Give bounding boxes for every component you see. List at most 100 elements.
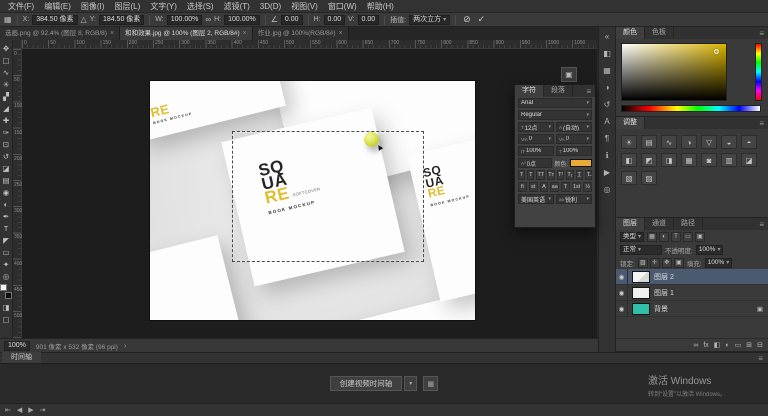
tool-lasso-tool[interactable]: ∿ — [0, 66, 12, 78]
panel-menu-icon[interactable]: ≡ — [759, 119, 768, 128]
tool-eyedropper-tool[interactable]: ◢ — [0, 102, 12, 114]
vertical-ruler[interactable]: 0 50 100 150 200 250 300 350 400 450 500 — [13, 49, 22, 338]
adjustment-color-balance-icon[interactable]: ◓ — [741, 135, 757, 149]
tab-close-icon[interactable]: × — [110, 27, 114, 40]
adjustment-channel-mixer-icon[interactable]: ◨ — [661, 153, 677, 167]
v-skew-field[interactable]: 0.00 — [357, 14, 380, 25]
navigator-panel-icon[interactable]: ◎ — [600, 183, 614, 196]
tab-channels[interactable]: 通道 — [645, 218, 674, 230]
tool-shape-tool[interactable]: ▭ — [0, 246, 12, 258]
menu-item-0[interactable]: 文件(F) — [3, 0, 39, 13]
tab-close-icon[interactable]: × — [339, 27, 343, 40]
new-group-icon[interactable]: ▭ — [735, 341, 742, 349]
document-tab-1[interactable]: 和和效果.jpg @ 100% (图层 2, RGB/8#) × — [120, 27, 253, 40]
adjustment-color-lookup-icon[interactable]: ▦ — [681, 153, 697, 167]
font-family-select[interactable]: Arial ▾ — [518, 98, 592, 108]
horizontal-ruler[interactable]: 0 50 100 150 200 250 300 350 400 450 500 550 600 650 7… — [22, 40, 597, 49]
zoom-level-field[interactable]: 100% — [4, 340, 30, 351]
kerning-field[interactable]: V∕A 0 ▾ — [518, 134, 554, 144]
color-picker-marker[interactable] — [714, 49, 719, 54]
tool-hand-tool[interactable]: ✦ — [0, 258, 12, 270]
link-layers-icon[interactable]: ∞ — [693, 342, 698, 349]
height-field[interactable]: 100.00% — [224, 14, 260, 25]
visibility-eye-icon[interactable]: ◉ — [616, 301, 628, 316]
font-size-field[interactable]: T 12点 ▾ — [518, 122, 554, 132]
panel-menu-icon[interactable]: ≡ — [759, 29, 768, 38]
menu-item-1[interactable]: 编辑(E) — [39, 0, 76, 13]
adjustment-invert-icon[interactable]: ◙ — [701, 153, 717, 167]
color-swatches-widget[interactable] — [0, 284, 12, 299]
document-tab-0[interactable]: 选画.png @ 92.4% (图层 8, RGB/8) × — [0, 27, 121, 40]
swatches-panel-icon[interactable]: ▦ — [600, 64, 614, 77]
opentype-icon-1[interactable]: st — [528, 182, 538, 192]
tool-quick-mask-button[interactable]: ◨ — [0, 301, 12, 313]
opentype-icon-3[interactable]: aa — [550, 182, 560, 192]
adjustment-black-white-icon[interactable]: ◧ — [621, 153, 637, 167]
go-first-icon[interactable]: ⇤ — [5, 406, 11, 414]
document-tab-2[interactable]: 作业.jpg @ 100%(RGB/8#) × — [252, 27, 349, 40]
collapse-panels-icon[interactable]: « — [600, 30, 614, 43]
tab-layers[interactable]: 图层 — [616, 218, 645, 230]
next-frame-icon[interactable]: ⇥ — [40, 406, 46, 414]
foreground-color-swatch[interactable] — [0, 284, 7, 291]
menu-item-10[interactable]: 帮助(H) — [362, 0, 399, 13]
y-position-field[interactable]: 184.50 像素 — [98, 14, 145, 25]
width-field[interactable]: 100.00% — [166, 14, 203, 25]
adjustment-curves-icon[interactable]: ∿ — [661, 135, 677, 149]
adjustment-hue-saturation-icon[interactable]: ◒ — [721, 135, 737, 149]
panel-menu-icon[interactable]: ≡ — [586, 87, 595, 96]
shape-filter-icon[interactable]: ▭ — [683, 231, 694, 242]
prev-frame-icon[interactable]: ◀ — [17, 406, 22, 414]
background-color-swatch[interactable] — [5, 292, 12, 299]
adjustment-selective-color-icon[interactable]: ▨ — [641, 171, 657, 185]
cancel-transform-button[interactable]: ⊘ — [461, 14, 473, 25]
new-layer-icon[interactable]: ⊞ — [746, 341, 752, 349]
text-style-icon-0[interactable]: T — [518, 170, 526, 180]
hue-slider[interactable] — [755, 43, 762, 101]
history-panel-icon[interactable]: ↺ — [600, 98, 614, 111]
floating-panel-icon[interactable]: ▣ — [561, 67, 577, 82]
smart-filter-icon[interactable]: ▣ — [695, 231, 706, 242]
status-arrow-icon[interactable]: › — [124, 341, 127, 350]
commit-transform-button[interactable]: ✓ — [476, 14, 488, 25]
tab-adjustments[interactable]: 调整 — [616, 117, 645, 129]
tool-blur-tool[interactable]: ◉ — [0, 186, 12, 198]
menu-item-2[interactable]: 图像(I) — [76, 0, 110, 13]
lock-transparency-icon[interactable]: ▨ — [637, 257, 648, 268]
x-position-field[interactable]: 384.50 像素 — [32, 14, 78, 25]
tab-timeline[interactable]: 时间轴 — [2, 352, 41, 363]
layer-row-0[interactable]: ◉ 图层 2 — [616, 269, 768, 285]
adjustment-gradient-map-icon[interactable]: ▧ — [621, 171, 637, 185]
adjustment-exposure-icon[interactable]: ◑ — [681, 135, 697, 149]
menu-item-4[interactable]: 文字(Y) — [145, 0, 182, 13]
tool-brush-tool[interactable]: ✑ — [0, 126, 12, 138]
adjustment-vibrance-icon[interactable]: ▽ — [701, 135, 717, 149]
adjustments-panel-icon[interactable]: ◑ — [600, 81, 614, 94]
opentype-icon-5[interactable]: 1st — [571, 182, 582, 192]
text-style-icon-3[interactable]: Tᴛ — [547, 170, 556, 180]
tool-dodge-tool[interactable]: ◐ — [0, 198, 12, 210]
vertical-scale-field[interactable]: IT 100% — [518, 146, 554, 156]
layer-row-2[interactable]: ◉ 背景 ▣ — [616, 301, 768, 317]
text-color-swatch[interactable] — [570, 159, 592, 167]
layer-style-icon[interactable]: fx — [703, 342, 708, 349]
opentype-icon-6[interactable]: ½ — [583, 182, 593, 192]
fill-field[interactable]: 100% ▾ — [704, 257, 733, 268]
visibility-eye-icon[interactable]: ◉ — [616, 269, 628, 284]
horizontal-scale-field[interactable]: T 100% — [556, 146, 592, 156]
tool-type-tool[interactable]: T — [0, 222, 12, 234]
color-panel-icon[interactable]: ◧ — [600, 47, 614, 60]
tool-crop-tool[interactable]: ▞ — [0, 90, 12, 102]
document-image[interactable]: RE BOOK MOCKUP SQ UA RE BOOK MOCKUP SQ U… — [150, 81, 475, 320]
tab-close-icon[interactable]: × — [243, 27, 247, 40]
actions-panel-icon[interactable]: ▶ — [600, 166, 614, 179]
menu-item-5[interactable]: 选择(S) — [182, 0, 219, 13]
menu-item-6[interactable]: 滤镜(T) — [219, 0, 255, 13]
lock-pixels-icon[interactable]: ✛ — [649, 257, 660, 268]
text-style-icon-5[interactable]: T₁ — [566, 170, 574, 180]
menu-item-8[interactable]: 视图(V) — [286, 0, 323, 13]
menu-item-3[interactable]: 图层(L) — [109, 0, 145, 13]
lock-all-icon[interactable]: ▣ — [673, 257, 684, 268]
play-icon[interactable]: ▶ — [28, 406, 33, 414]
tool-gradient-tool[interactable]: ▤ — [0, 174, 12, 186]
